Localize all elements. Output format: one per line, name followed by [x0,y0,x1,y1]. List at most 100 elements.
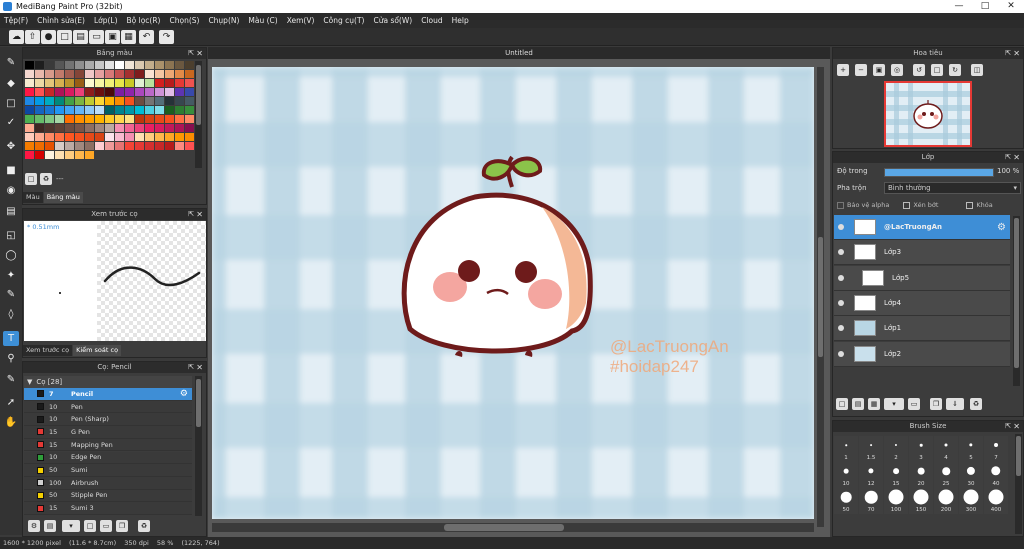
undo-icon[interactable]: ↶ [139,30,154,44]
brush-size-cell[interactable]: 25 [934,462,958,488]
close-icon[interactable]: ✕ [998,0,1024,13]
color-swatch[interactable] [65,115,74,123]
tab-color[interactable]: Màu [23,192,43,203]
brush-item[interactable]: 50 Stipple Pen [24,489,192,503]
menu-tools[interactable]: Công cụ(T) [323,16,364,25]
tab-brush-preview[interactable]: Xem trước cọ [23,345,73,356]
color-swatch[interactable] [65,124,74,132]
color-swatch[interactable] [175,70,184,78]
color-swatch[interactable] [65,133,74,141]
color-swatch[interactable] [135,115,144,123]
layer-item[interactable]: Lớp4 [834,290,1010,316]
color-swatch[interactable] [135,106,144,114]
brush-tool-icon[interactable]: ✎ [3,55,19,70]
canvas-vscrollbar[interactable] [817,67,824,527]
brush-scroll-thumb[interactable] [196,379,201,427]
color-swatch[interactable] [95,88,104,96]
color-swatch[interactable] [75,151,84,159]
flip-icon[interactable]: ◫ [971,64,983,76]
brush-item[interactable]: 10 Pen (Sharp) [24,413,192,427]
panel-close-icon[interactable]: ✕ [196,48,203,59]
color-swatch[interactable] [145,97,154,105]
color-swatch[interactable] [55,88,64,96]
color-swatch[interactable] [115,124,124,132]
color-swatch[interactable] [85,115,94,123]
color-swatch[interactable] [25,70,34,78]
color-swatch[interactable] [45,106,54,114]
brush-item[interactable]: 10 Edge Pen [24,451,192,465]
color-swatch[interactable] [95,115,104,123]
fill-tool-icon[interactable]: ◉ [3,183,19,198]
brush-size-cell[interactable]: 400 [984,488,1008,514]
color-swatch[interactable] [45,151,54,159]
color-swatch[interactable] [65,97,74,105]
color-swatch[interactable] [165,97,174,105]
color-swatch[interactable] [165,70,174,78]
float-icon[interactable]: ⇱ [1005,152,1011,163]
rotate-left-icon[interactable]: ↺ [913,64,925,76]
navigator-thumbnail[interactable] [884,81,972,147]
tab-brush-control[interactable]: Kiểm soát cọ [73,345,122,356]
brush-size-cell[interactable]: 50 [834,488,858,514]
brush-size-scroll-thumb[interactable] [1016,436,1021,476]
tab-palette[interactable]: Bảng màu [43,192,83,203]
float-icon[interactable]: ⇱ [188,48,194,59]
color-swatch[interactable] [155,133,164,141]
color-swatch[interactable] [35,106,44,114]
color-swatch[interactable] [155,106,164,114]
clipping-checkbox[interactable] [903,201,911,209]
color-swatch[interactable] [165,61,174,69]
redo-icon[interactable]: ↷ [159,30,174,44]
color-swatch[interactable] [125,79,134,87]
color-swatch[interactable] [185,70,194,78]
color-swatch[interactable] [165,142,174,150]
gradient-tool-icon[interactable]: ▤ [3,204,19,219]
brush-size-cell[interactable]: 10 [834,462,858,488]
color-swatch[interactable] [25,133,34,141]
menu-view[interactable]: Xem(V) [287,16,315,25]
panel-close-icon[interactable]: ✕ [1013,48,1020,59]
brush-size-cell[interactable]: 5 [959,436,983,462]
color-swatch[interactable] [35,97,44,105]
brush-size-scrollbar[interactable] [1015,434,1022,534]
color-swatch[interactable] [135,61,144,69]
layer-item[interactable]: Lớp5 [834,265,1010,291]
float-icon[interactable]: ⇱ [1005,421,1011,432]
layer-settings-gear-icon[interactable]: ⚙ [997,222,1006,233]
color-swatch[interactable] [135,97,144,105]
color-swatch[interactable] [45,79,54,87]
color-swatch[interactable] [175,79,184,87]
speech-icon[interactable]: □ [57,30,72,44]
color-swatch[interactable] [45,88,54,96]
menu-select[interactable]: Chọn(S) [169,16,199,25]
visibility-eye-icon[interactable] [838,274,844,281]
color-swatch[interactable] [95,133,104,141]
panel-close-icon[interactable]: ✕ [196,209,203,220]
menu-filter[interactable]: Bộ lọc(R) [127,16,161,25]
float-icon[interactable]: ⇱ [188,362,194,373]
color-swatch[interactable] [105,88,114,96]
color-swatch[interactable] [135,88,144,96]
color-swatch[interactable] [55,151,64,159]
color-swatch[interactable] [25,115,34,123]
color-swatch[interactable] [65,142,74,150]
color-swatch[interactable] [75,124,84,132]
color-swatch[interactable] [165,79,174,87]
brush-size-cell[interactable]: 30 [959,462,983,488]
color-swatch[interactable] [105,142,114,150]
color-swatch[interactable] [185,106,194,114]
duplicate-icon[interactable]: ❐ [116,520,128,532]
menu-layer[interactable]: Lớp(L) [94,16,118,25]
color-swatch[interactable] [85,133,94,141]
color-swatch[interactable] [75,115,84,123]
menu-color[interactable]: Màu (C) [248,16,277,25]
palette-scroll-thumb[interactable] [196,65,201,125]
pen-tool-icon[interactable]: ✓ [3,115,19,130]
layer-item[interactable]: @LacTruongAn ⚙ [834,215,1010,240]
color-swatch[interactable] [145,79,154,87]
menu-cloud[interactable]: Cloud [421,16,442,25]
color-swatch[interactable] [35,124,44,132]
panel-icon[interactable]: ▤ [73,30,88,44]
float-icon[interactable]: ⇱ [188,209,194,220]
color-swatch[interactable] [95,106,104,114]
